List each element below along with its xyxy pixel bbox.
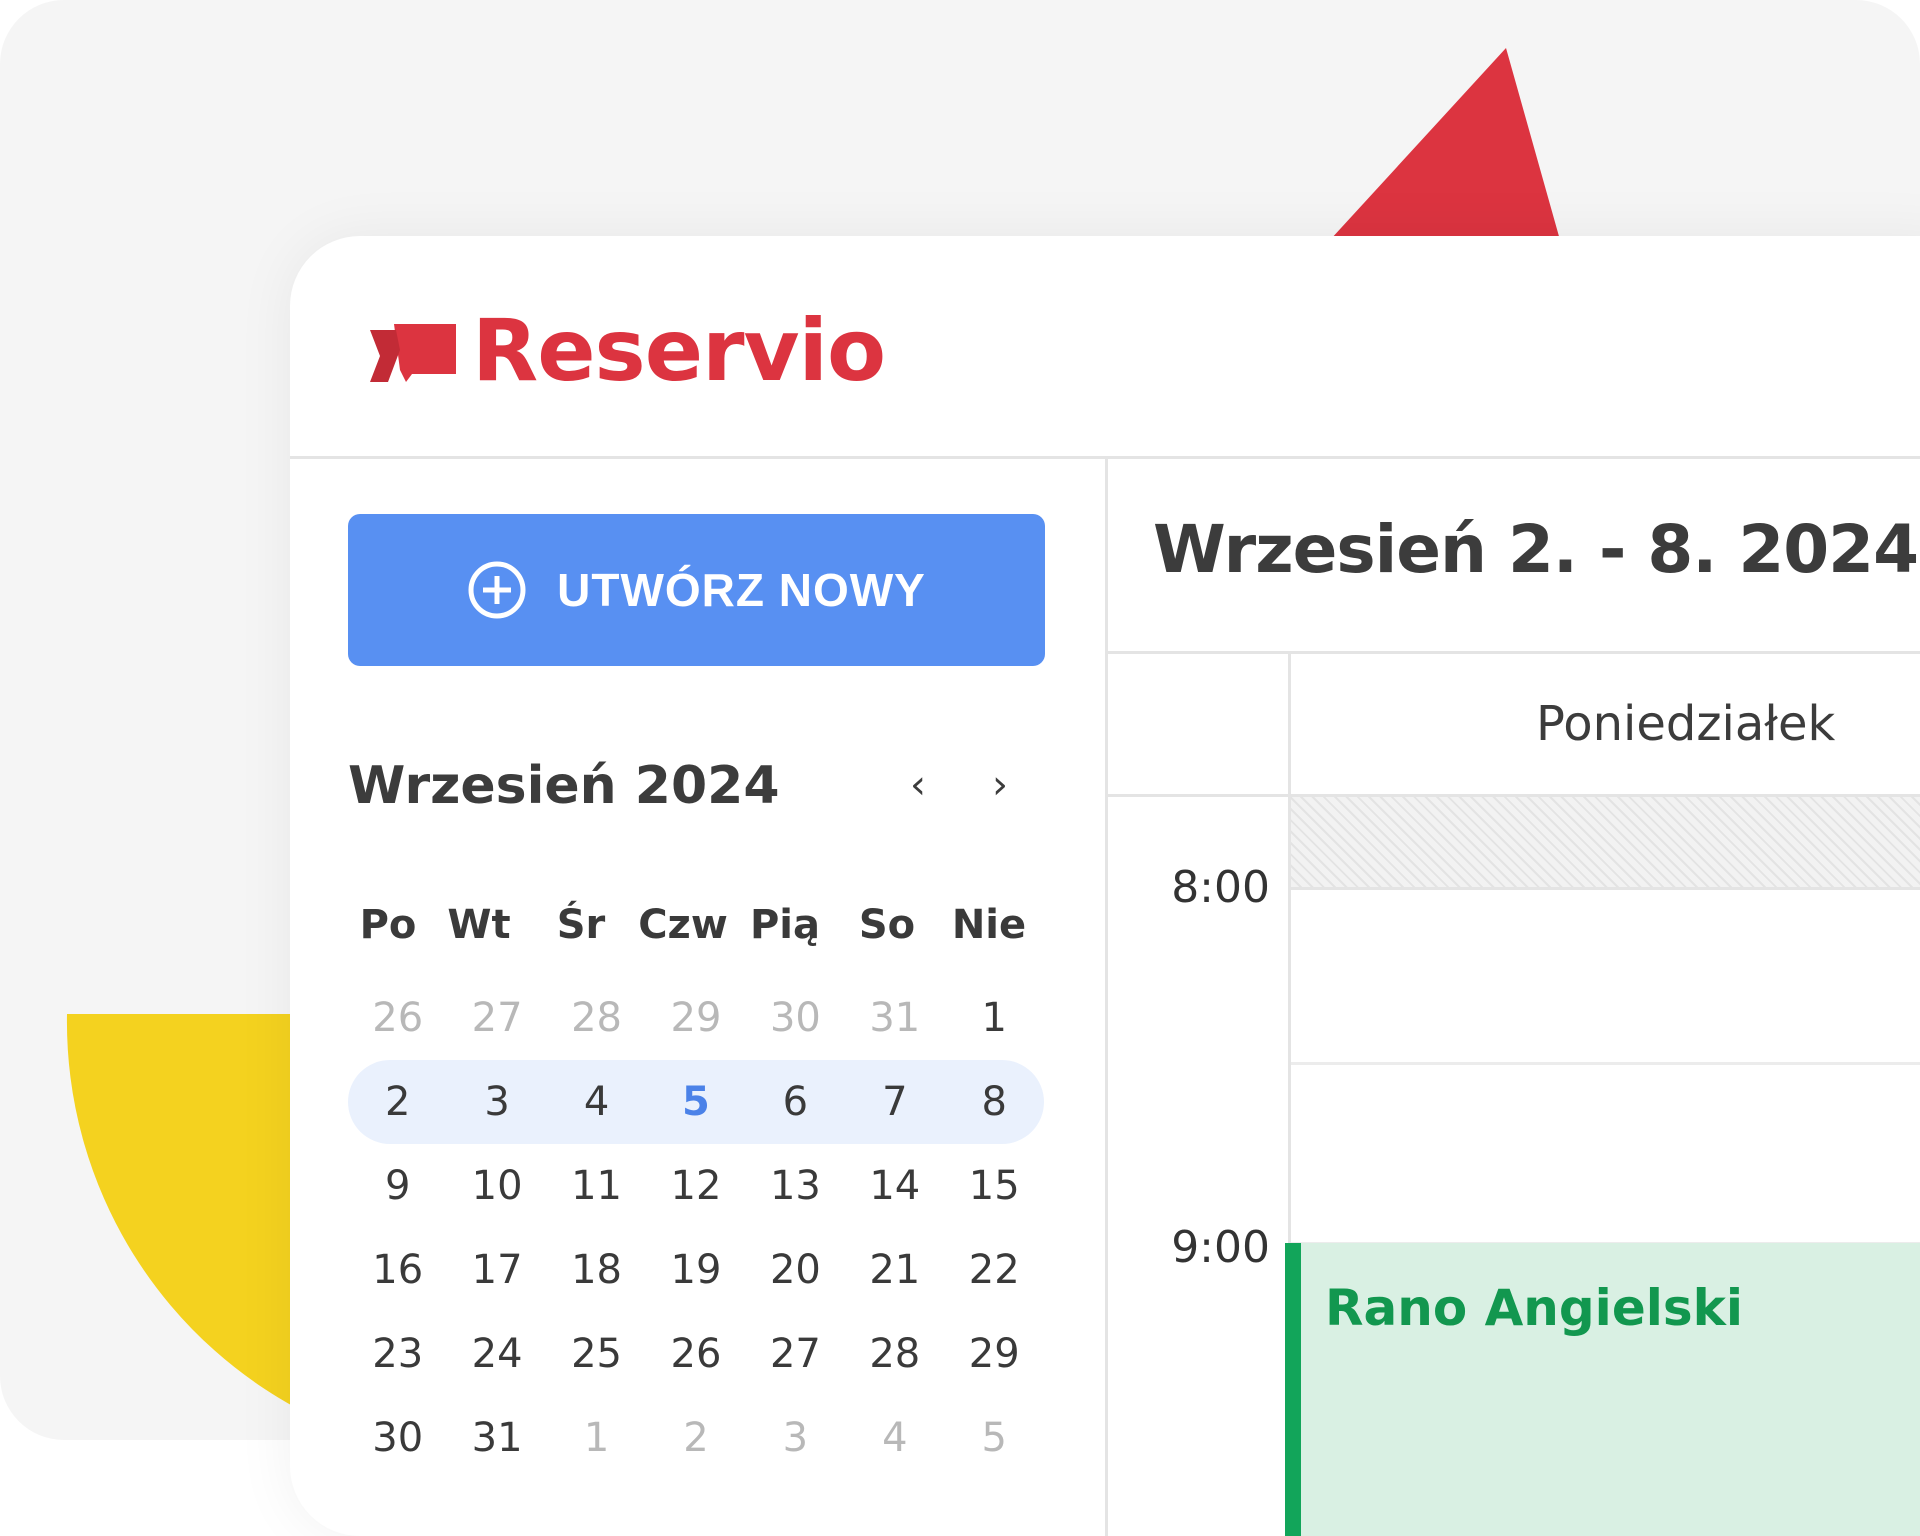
calendar-day[interactable]: 31 [447, 1415, 546, 1461]
calendar-day[interactable]: 29 [646, 995, 745, 1041]
calendar-day[interactable]: 4 [845, 1415, 944, 1461]
calendar-day[interactable]: 28 [845, 1331, 944, 1377]
weekday-label: So [858, 902, 916, 948]
time-column [1108, 654, 1291, 1536]
calendar-day[interactable]: 18 [547, 1247, 646, 1293]
calendar-day[interactable]: 22 [945, 1247, 1044, 1293]
brand-logo[interactable]: Reservio [370, 301, 886, 401]
create-new-button[interactable]: UTWÓRZ NOWY [348, 514, 1045, 666]
weekday-label: Wt [447, 902, 511, 948]
divider [1108, 794, 1291, 797]
weekday-label: Czw [638, 902, 728, 948]
app-window: Reservio UTWÓRZ NOWY Wrzesień 2024 ‹ › P… [290, 236, 1920, 1536]
calendar-day[interactable]: 31 [845, 995, 944, 1041]
yellow-quarter-circle [66, 1014, 320, 1420]
calendar-day[interactable]: 3 [447, 1079, 546, 1125]
ribbon-logo-icon [370, 324, 456, 382]
calendar-day[interactable]: 7 [845, 1079, 944, 1125]
calendar-day[interactable]: 23 [348, 1331, 447, 1377]
calendar-day[interactable]: 11 [547, 1163, 646, 1209]
calendar-day[interactable]: 30 [348, 1415, 447, 1461]
week-row: 30 31 1 2 3 4 5 [348, 1396, 1044, 1480]
calendar-day[interactable]: 8 [945, 1079, 1044, 1125]
week-range-title: Wrzesień 2. - 8. 2024 [1153, 511, 1919, 588]
calendar-day[interactable]: 13 [746, 1163, 845, 1209]
calendar-day[interactable]: 5 [646, 1079, 745, 1125]
calendar-day[interactable]: 2 [646, 1415, 745, 1461]
calendar-day[interactable]: 10 [447, 1163, 546, 1209]
week-row: 26 27 28 29 30 31 1 [348, 976, 1044, 1060]
week-row: 9 10 11 12 13 14 15 [348, 1144, 1044, 1228]
week-row: 16 17 18 19 20 21 22 [348, 1228, 1044, 1312]
calendar-day[interactable]: 29 [945, 1331, 1044, 1377]
calendar-day[interactable]: 2 [348, 1079, 447, 1125]
calendar-day[interactable]: 27 [447, 995, 546, 1041]
create-new-label: UTWÓRZ NOWY [557, 564, 926, 616]
weekday-label: Śr [556, 902, 606, 948]
day-name: Poniedziałek [1536, 696, 1836, 752]
calendar-day[interactable]: 27 [746, 1331, 845, 1377]
calendar-day[interactable]: 3 [746, 1415, 845, 1461]
week-row: 23 24 25 26 27 28 29 [348, 1312, 1044, 1396]
week-view-header: Wrzesień 2. - 8. 2024 [1108, 459, 1920, 654]
weekday-header: Po Wt Śr Czw Pią So Nie [348, 902, 1044, 948]
calendar-event[interactable]: Rano Angielski [1285, 1243, 1920, 1536]
calendar-day[interactable]: 12 [646, 1163, 745, 1209]
app-header: Reservio [290, 236, 1920, 459]
calendar-day[interactable]: 28 [547, 995, 646, 1041]
calendar-day[interactable]: 15 [945, 1163, 1044, 1209]
calendar-day[interactable]: 6 [746, 1079, 845, 1125]
calendar-day[interactable]: 26 [348, 995, 447, 1041]
weekday-label: Nie [951, 902, 1027, 948]
plus-circle-icon [468, 561, 526, 619]
time-label: 9:00 [1171, 1222, 1270, 1273]
calendar-day[interactable]: 9 [348, 1163, 447, 1209]
current-week-row: 2345678 [348, 1060, 1044, 1144]
red-triangle [1330, 48, 1560, 240]
calendar-day[interactable]: 5 [945, 1415, 1044, 1461]
calendar-day[interactable]: 21 [845, 1247, 944, 1293]
brand-name: Reservio [472, 301, 886, 401]
chevron-left-icon[interactable]: ‹ [888, 750, 948, 820]
calendar-day[interactable]: 19 [646, 1247, 745, 1293]
calendar-day[interactable]: 14 [845, 1163, 944, 1209]
mini-calendar-grid: 26 27 28 29 30 31 1 2 3 4 5 6 7 8 9 10 11 12 13 14 15 16 17 18 1… [348, 976, 1044, 1480]
event-title: Rano Angielski [1325, 1279, 1744, 1337]
weekday-label: Pią [749, 902, 821, 948]
day-column-header: Poniedziałek [1291, 654, 1920, 797]
time-label: 8:00 [1171, 862, 1270, 913]
calendar-day[interactable]: 25 [547, 1331, 646, 1377]
weekday-label: Po [359, 902, 417, 948]
calendar-day[interactable]: 20 [746, 1247, 845, 1293]
calendar-day[interactable]: 26 [646, 1331, 745, 1377]
hour-gridline [1291, 1062, 1920, 1065]
chevron-right-icon[interactable]: › [970, 750, 1030, 820]
unavailable-slot [1291, 797, 1920, 890]
calendar-day[interactable]: 1 [547, 1415, 646, 1461]
calendar-day[interactable]: 30 [746, 995, 845, 1041]
calendar-day[interactable]: 24 [447, 1331, 546, 1377]
calendar-day[interactable]: 1 [945, 995, 1044, 1041]
calendar-day[interactable]: 16 [348, 1247, 447, 1293]
calendar-day[interactable]: 17 [447, 1247, 546, 1293]
calendar-day[interactable]: 4 [547, 1079, 646, 1125]
mini-calendar-title: Wrzesień 2024 [348, 756, 780, 816]
